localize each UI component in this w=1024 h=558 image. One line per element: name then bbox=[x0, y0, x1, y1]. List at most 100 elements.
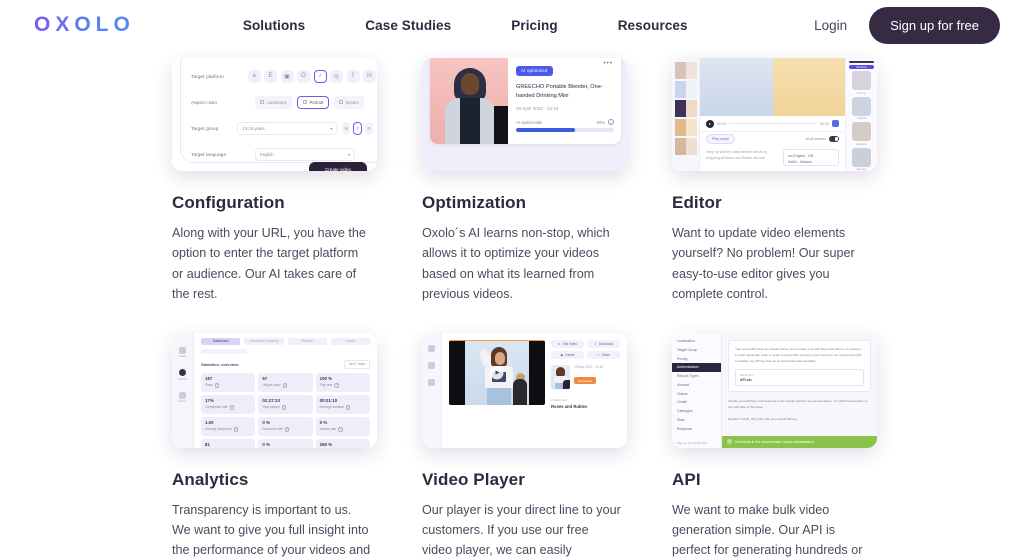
auth-banner-text: All features in this documentation requi… bbox=[735, 439, 815, 444]
feature-row-2: Create Statistic Library Dashboard Conve… bbox=[24, 332, 1000, 558]
api-key-description: Your secret API Keys are shown below. Do… bbox=[735, 346, 862, 363]
info-icon[interactable]: i bbox=[608, 119, 614, 126]
help-icon[interactable]: ? bbox=[338, 427, 343, 432]
library-icon[interactable] bbox=[428, 378, 435, 386]
linkedin-icon[interactable]: in bbox=[363, 69, 376, 83]
platform-icon-group: a E ▣ O ♪ ◎ f in bbox=[247, 69, 376, 83]
share-button[interactable]: ↗ Share bbox=[587, 350, 620, 359]
chart-icon[interactable] bbox=[428, 361, 435, 369]
signup-button[interactable]: Sign up for free bbox=[869, 6, 1000, 44]
scene-thumbnail[interactable] bbox=[674, 138, 697, 155]
gender-option-m[interactable]: M bbox=[342, 121, 351, 135]
edit-video-button[interactable]: ✎ Edit Video bbox=[551, 339, 584, 348]
api-nav-item[interactable]: Account bbox=[672, 380, 721, 389]
fullscreen-icon[interactable] bbox=[832, 120, 839, 127]
api-nav-item[interactable]: Videos bbox=[672, 389, 721, 398]
play-script-button[interactable]: Play script bbox=[706, 134, 735, 144]
nav-item-case-studies[interactable]: Case Studies bbox=[365, 18, 451, 33]
gender-option-d[interactable]: D bbox=[365, 121, 373, 135]
brand-logo[interactable]: OXOLO bbox=[34, 13, 135, 37]
pencil-icon[interactable] bbox=[428, 344, 435, 352]
tab-platform[interactable]: Platform bbox=[287, 337, 327, 345]
tab-conversion-tracking[interactable]: Conversion Tracking bbox=[244, 337, 284, 345]
timeline-scrubber[interactable] bbox=[729, 122, 817, 125]
avatar-list-tab[interactable] bbox=[849, 61, 874, 63]
help-icon[interactable]: ? bbox=[334, 383, 339, 388]
editor-scene-list[interactable] bbox=[672, 58, 700, 171]
voice-language-box[interactable]: en-English - GB Kallie - Natural bbox=[783, 149, 839, 166]
avatar-item[interactable]: Jasmine bbox=[849, 147, 874, 171]
date-range-select[interactable]: Last 7 days bbox=[343, 359, 370, 369]
help-icon[interactable]: ? bbox=[233, 427, 239, 432]
tab-funnel[interactable]: Funnel bbox=[330, 337, 370, 345]
landscape-icon bbox=[260, 100, 264, 104]
amazon-icon[interactable]: a bbox=[247, 69, 261, 83]
avatar-item[interactable]: Virginia bbox=[849, 96, 874, 120]
create-video-button[interactable]: Create video bbox=[308, 162, 367, 171]
help-icon[interactable]: ? bbox=[214, 383, 220, 388]
aspect-option-square[interactable]: Square bbox=[334, 95, 365, 109]
config-label-aspect-ratio: Aspect ratio bbox=[191, 99, 218, 105]
analytics-search-input[interactable] bbox=[201, 348, 247, 354]
card-body-configuration: Along with your URL, you have the option… bbox=[172, 226, 366, 302]
api-nav-item[interactable]: Authentication bbox=[672, 362, 721, 372]
delete-button[interactable]: ▣ Delete bbox=[551, 350, 584, 359]
target-group-select[interactable]: 13-18 years ▾ bbox=[237, 121, 338, 135]
feature-card-video-player: ✎ Edit Video ⇩ Download ▣ Delete ↗ Share 25 … bbox=[398, 332, 648, 558]
help-icon[interactable]: ? bbox=[229, 405, 235, 410]
login-link[interactable]: Login bbox=[814, 18, 847, 33]
shopify-icon[interactable]: O bbox=[297, 69, 310, 83]
play-icon[interactable] bbox=[490, 366, 504, 380]
card-title-analytics: Analytics bbox=[172, 469, 249, 489]
etsy-icon[interactable]: E bbox=[264, 69, 277, 83]
api-nav-item[interactable]: Target Group bbox=[672, 345, 721, 354]
play-icon[interactable] bbox=[706, 119, 714, 128]
api-nav-item[interactable]: Pricing bbox=[672, 354, 721, 363]
sidebar-item-statistics[interactable]: Statistic bbox=[178, 369, 187, 381]
gender-option-f[interactable]: F bbox=[353, 121, 362, 135]
nav-item-solutions[interactable]: Solutions bbox=[243, 18, 305, 33]
api-nav-sublink[interactable]: Get in touch bbox=[677, 446, 716, 448]
api-nav-item[interactable]: Stats bbox=[672, 416, 721, 425]
scene-thumbnail[interactable] bbox=[674, 100, 697, 117]
help-icon[interactable]: ? bbox=[345, 405, 351, 410]
instagram-icon[interactable]: ◎ bbox=[330, 69, 343, 83]
api-nav-item[interactable]: Localization bbox=[672, 337, 721, 346]
help-icon[interactable]: ? bbox=[281, 405, 287, 410]
card-body-api: We want to make bulk video generation si… bbox=[672, 502, 863, 558]
aspect-option-portrait[interactable]: Portrait bbox=[297, 95, 329, 109]
youtube-icon[interactable]: ▣ bbox=[280, 69, 294, 83]
sidebar-item-create[interactable]: Create bbox=[179, 346, 186, 358]
ai-all-scenes-toggle[interactable] bbox=[829, 136, 839, 142]
help-icon[interactable]: ? bbox=[284, 427, 290, 432]
info-icon: i bbox=[727, 439, 732, 445]
video-stage[interactable] bbox=[449, 339, 545, 405]
api-nav-item[interactable]: Reduce Types bbox=[672, 372, 721, 381]
facebook-icon[interactable]: f bbox=[346, 69, 360, 83]
tab-dashboard[interactable]: Dashboard bbox=[201, 337, 241, 345]
scene-thumbnail[interactable] bbox=[674, 81, 697, 98]
api-nav-item[interactable]: Create bbox=[672, 398, 721, 407]
more-options-icon[interactable]: ••• bbox=[603, 60, 613, 67]
sidebar-item-library[interactable]: Library bbox=[179, 391, 186, 403]
progress-bar bbox=[516, 128, 614, 132]
nav-item-resources[interactable]: Resources bbox=[618, 18, 688, 33]
api-nav-item[interactable]: Response bbox=[672, 424, 721, 433]
download-button[interactable]: ⇩ Download bbox=[587, 339, 620, 348]
stat-label: Hosted rate? bbox=[319, 427, 343, 432]
help-icon[interactable]: ? bbox=[282, 383, 288, 388]
secret-key-field[interactable]: Secret key API-xkr bbox=[735, 368, 864, 387]
avatar-item[interactable]: Natasha bbox=[849, 122, 874, 146]
scene-thumbnail[interactable] bbox=[674, 119, 697, 136]
aspect-option-landscape[interactable]: Landscape bbox=[255, 95, 292, 109]
scene-thumbnail[interactable] bbox=[674, 62, 697, 79]
config-label-target-language: Target language bbox=[191, 151, 227, 157]
feature-card-optimization: AI optimized ••• GREECHO Portable Blende… bbox=[398, 58, 648, 305]
target-language-select[interactable]: English ▾ bbox=[255, 147, 355, 161]
nav-item-pricing[interactable]: Pricing bbox=[511, 18, 557, 33]
scene-description[interactable]: Keep up with the latest fashion trends b… bbox=[706, 149, 777, 168]
avatar-item[interactable]: Emma bbox=[849, 71, 874, 95]
avatar-selected[interactable]: Kimberly bbox=[849, 65, 874, 69]
tiktok-icon[interactable]: ♪ bbox=[313, 69, 327, 83]
api-nav-item[interactable]: Catalogue bbox=[672, 407, 721, 416]
